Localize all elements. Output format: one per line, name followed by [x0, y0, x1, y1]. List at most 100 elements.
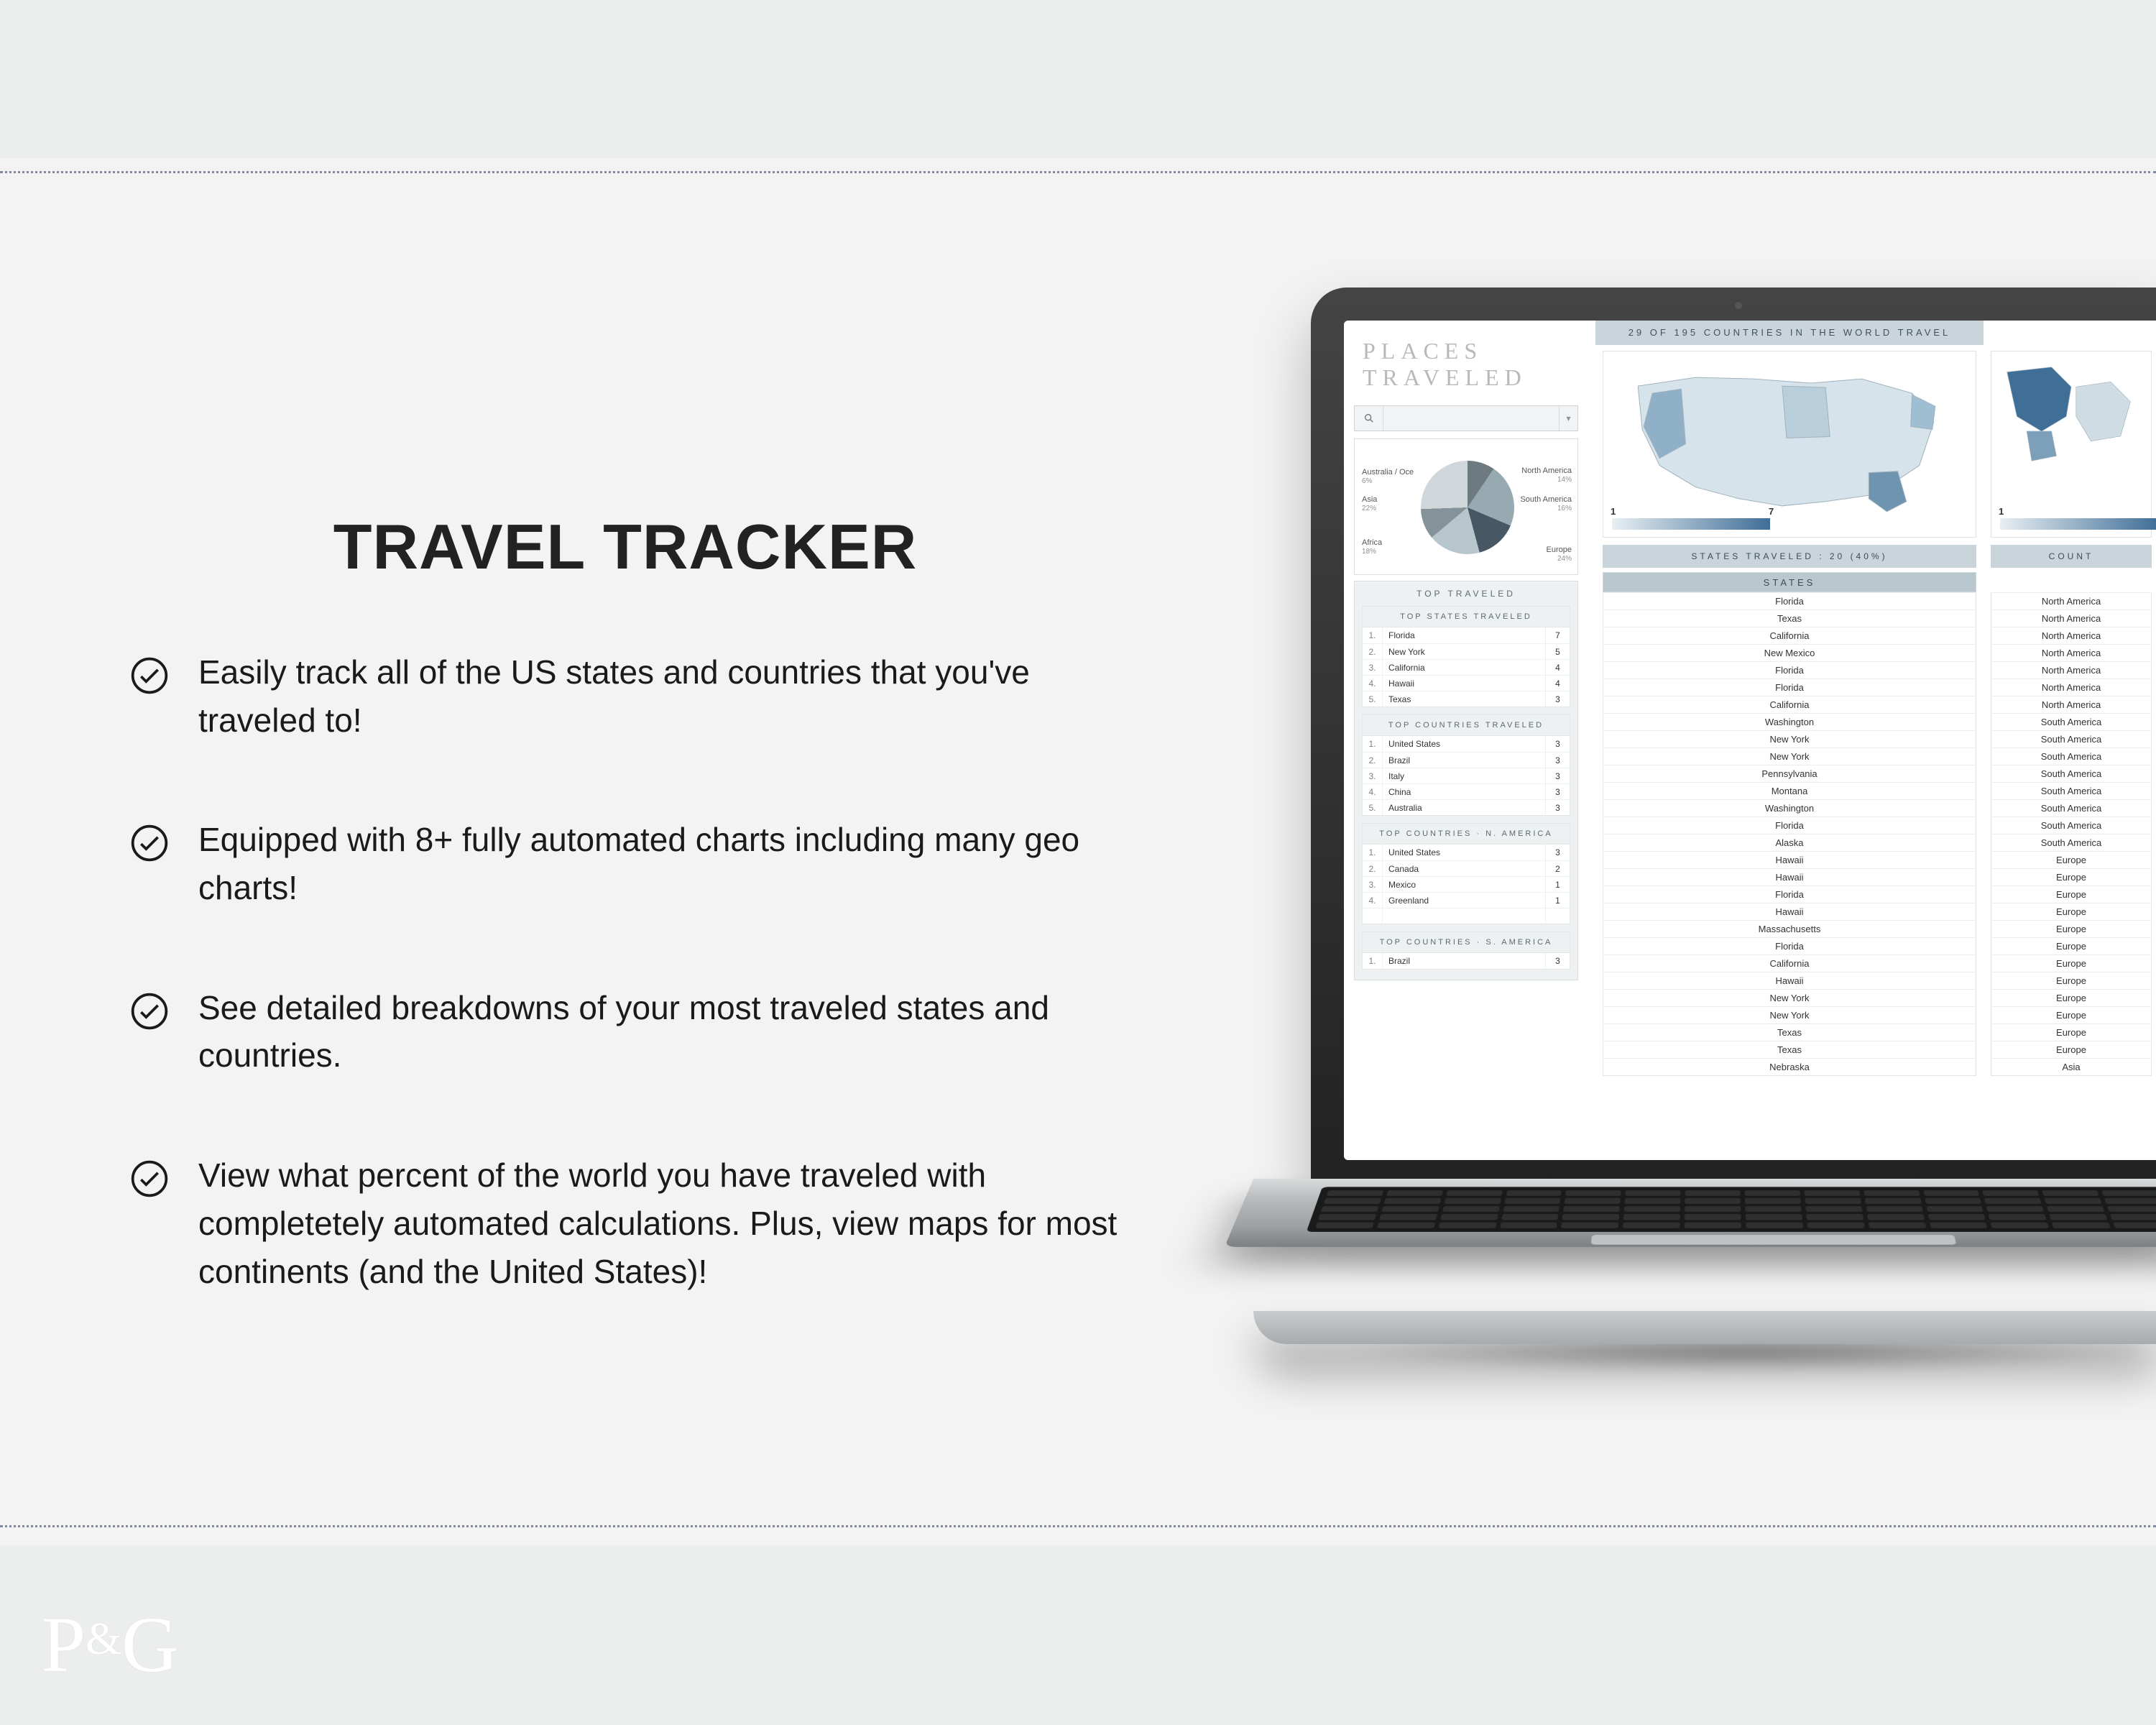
table-row: 2.Brazil3 — [1363, 752, 1570, 768]
footer-band — [0, 1545, 2156, 1725]
promo-slide: TRAVEL TRACKER Easily track all of the U… — [0, 0, 2156, 1725]
table-row: Europe — [1991, 920, 2151, 937]
feature-text: Easily track all of the US states and co… — [198, 648, 1121, 744]
table-row: 1.Florida7 — [1363, 627, 1570, 643]
table-row: South America — [1991, 748, 2151, 765]
table-row: Florida — [1603, 678, 1976, 696]
continent-pie-chart: Australia / Oce6% Asia22% Africa18% Nort… — [1354, 438, 1578, 575]
table-row: Hawaii — [1603, 851, 1976, 868]
feature-item: View what percent of the world you have … — [129, 1151, 1121, 1295]
camera-icon — [1735, 302, 1742, 309]
table-row: Europe — [1991, 972, 2151, 989]
table-row: 1.Brazil3 — [1363, 953, 1570, 969]
table-row: North America — [1991, 592, 2151, 610]
spreadsheet: PLACES TRAVELED ▾ Australia / Oce6% Asia… — [1344, 321, 2156, 1160]
table-row: Florida — [1603, 886, 1976, 903]
panel-header: TOP TRAVELED — [1355, 581, 1577, 606]
table-row: 1.United States3 — [1363, 736, 1570, 752]
top-na-table: TOP COUNTRIES · N. AMERICA 1.United Stat… — [1362, 823, 1570, 924]
legend-gradient — [2000, 518, 2156, 530]
table-row: 2.Canada2 — [1363, 860, 1570, 876]
table-row: Europe — [1991, 1006, 2151, 1024]
check-circle-icon — [129, 1159, 170, 1199]
marketing-copy: TRAVEL TRACKER Easily track all of the U… — [129, 510, 1121, 1367]
table-row: Florida — [1603, 937, 1976, 954]
table-row: North America — [1991, 696, 2151, 713]
table-row: New York — [1603, 1006, 1976, 1024]
legend-low: 1 — [1999, 506, 2004, 517]
top-states-table: TOP STATES TRAVELED 1.Florida72.New York… — [1362, 606, 1570, 707]
mini-header: TOP COUNTRIES TRAVELED — [1363, 715, 1570, 736]
table-row: South America — [1991, 782, 2151, 799]
sheet-right: . 1 3 — [1984, 321, 2156, 1160]
pie-label: North America14% — [1521, 466, 1572, 484]
table-row: Washington — [1603, 799, 1976, 816]
check-circle-icon — [129, 656, 170, 696]
logo-g: G — [121, 1601, 177, 1688]
table-row: California — [1603, 696, 1976, 713]
divider-top — [0, 171, 2156, 173]
logo-ampersand: & — [84, 1613, 121, 1664]
legend-gradient — [1612, 518, 1770, 530]
world-map: 1 3 — [1991, 351, 2152, 538]
check-circle-icon — [129, 991, 170, 1031]
pie-icon — [1421, 461, 1514, 554]
table-row: Massachusetts — [1603, 920, 1976, 937]
map-icon — [1997, 357, 2145, 471]
feature-text: Equipped with 8+ fully automated charts … — [198, 816, 1121, 911]
table-row: South America — [1991, 765, 2151, 782]
countries-traveled-band: COUNT — [1991, 545, 2152, 568]
table-row: New York — [1603, 989, 1976, 1006]
table-row: Florida — [1603, 816, 1976, 834]
table-row: Europe — [1991, 1041, 2151, 1058]
top-countries-table: TOP COUNTRIES TRAVELED 1.United States32… — [1362, 714, 1570, 816]
pie-label: South America16% — [1520, 495, 1572, 513]
us-map: 1 7 — [1603, 351, 1976, 538]
table-row: California — [1603, 627, 1976, 644]
keyboard-icon — [1307, 1187, 2156, 1232]
table-row: Florida — [1603, 592, 1976, 610]
table-row: Europe — [1991, 851, 2151, 868]
table-row: Hawaii — [1603, 972, 1976, 989]
chevron-down-icon[interactable]: ▾ — [1559, 406, 1577, 431]
mini-header: TOP COUNTRIES · N. AMERICA — [1363, 824, 1570, 845]
table-row: Hawaii — [1603, 868, 1976, 886]
table-row: Florida — [1603, 661, 1976, 678]
table-row: 4.Hawaii4 — [1363, 675, 1570, 691]
table-row: Washington — [1603, 713, 1976, 730]
table-row: 4.Greenland1 — [1363, 892, 1570, 908]
brand-logo: P&G — [42, 1599, 177, 1690]
states-table-header: STATES — [1603, 572, 1976, 592]
laptop-mockup: PLACES TRAVELED ▾ Australia / Oce6% Asia… — [1253, 288, 2156, 1387]
table-row: 2.New York5 — [1363, 643, 1570, 659]
feature-text: View what percent of the world you have … — [198, 1151, 1121, 1295]
table-row: North America — [1991, 644, 2151, 661]
check-circle-icon — [129, 823, 170, 863]
table-row: Hawaii — [1603, 903, 1976, 920]
search-icon — [1355, 406, 1383, 431]
table-row: Europe — [1991, 903, 2151, 920]
legend-low: 1 — [1611, 506, 1616, 517]
table-row: New York — [1603, 748, 1976, 765]
sheet-main: 29 OF 195 COUNTRIES IN THE WORLD TRAVEL — [1595, 321, 1984, 1160]
table-row: 5.Texas3 — [1363, 691, 1570, 707]
table-row: South America — [1991, 816, 2151, 834]
table-row: 5.Australia3 — [1363, 799, 1570, 815]
laptop-foot — [1253, 1311, 2156, 1344]
feature-item: See detailed breakdowns of your most tra… — [129, 984, 1121, 1080]
table-row: Texas — [1603, 1041, 1976, 1058]
mini-header: TOP STATES TRAVELED — [1363, 607, 1570, 627]
table-row: Asia — [1991, 1058, 2151, 1075]
table-row: North America — [1991, 627, 2151, 644]
mini-header: TOP COUNTRIES · S. AMERICA — [1363, 932, 1570, 953]
search-filter[interactable]: ▾ — [1354, 405, 1578, 431]
states-traveled-band: STATES TRAVELED : 20 (40%) — [1603, 545, 1976, 568]
table-row: Nebraska — [1603, 1058, 1976, 1075]
table-row: 1.United States3 — [1363, 845, 1570, 860]
divider-bottom — [0, 1525, 2156, 1527]
table-row: Pennsylvania — [1603, 765, 1976, 782]
feature-item: Easily track all of the US states and co… — [129, 648, 1121, 744]
table-row: North America — [1991, 678, 2151, 696]
table-row: South America — [1991, 799, 2151, 816]
sheet-sidebar: PLACES TRAVELED ▾ Australia / Oce6% Asia… — [1344, 321, 1595, 1160]
